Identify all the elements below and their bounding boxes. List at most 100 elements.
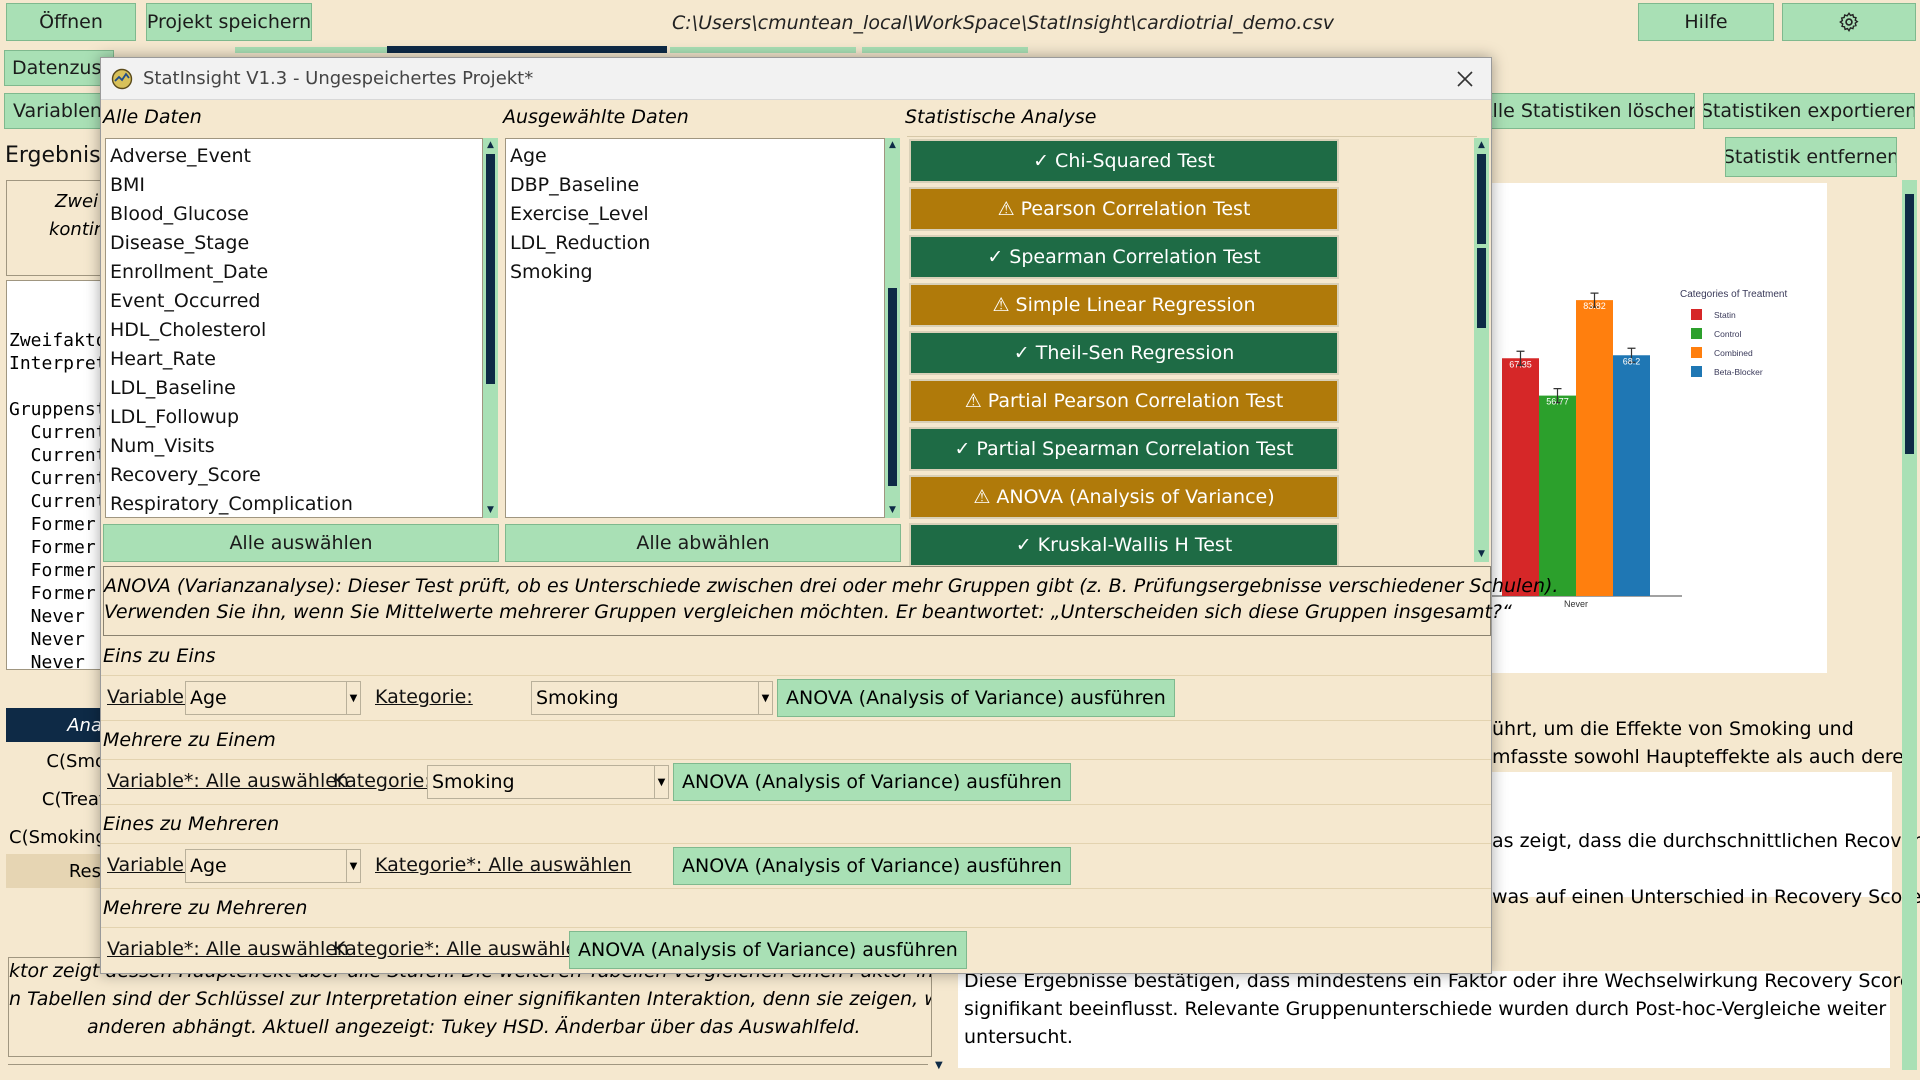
scroll-up-icon[interactable]: ▲	[485, 140, 496, 151]
test-button[interactable]: ✓ Spearman Correlation Test	[909, 235, 1339, 279]
result-summary-text: Zwei	[55, 191, 99, 212]
app-logo-icon	[111, 68, 133, 90]
scroll-up-icon[interactable]: ▲	[887, 140, 898, 151]
test-button[interactable]: ✓ Theil-Sen Regression	[909, 331, 1339, 375]
section-many-to-one: Mehrere zu Einem	[103, 729, 276, 751]
selected-data-item[interactable]: LDL_Reduction	[506, 229, 884, 258]
tab-data-summary[interactable]: Datenzusa	[4, 50, 114, 86]
selected-data-scrollbar[interactable]: ▲ ▼	[885, 138, 900, 518]
result-text-line	[9, 375, 103, 398]
scroll-down-icon[interactable]: ▼	[887, 505, 898, 516]
result-text-line: Never	[9, 629, 85, 650]
chevron-down-icon[interactable]: ▼	[758, 682, 772, 714]
test-list-scrollbar-thumb[interactable]	[1477, 154, 1486, 244]
selected-data-list[interactable]: Age DBP_Baseline Exercise_Level LDL_Reducti…	[505, 138, 885, 518]
test-button[interactable]: ⚠ Pearson Correlation Test	[909, 187, 1339, 231]
run-anova-many-to-many-button[interactable]: ANOVA (Analysis of Variance) ausführen	[569, 931, 967, 969]
anova-table-row: Resi	[6, 854, 106, 888]
interpretation-text: was auf einen Unterschied in Recovery Sc…	[1492, 886, 1920, 908]
all-data-item[interactable]: Adverse_Event	[106, 142, 482, 171]
chevron-down-icon[interactable]: ▼	[654, 766, 668, 798]
bar-value-label: 83.82	[1583, 301, 1606, 311]
selected-data-scrollbar-thumb[interactable]	[888, 288, 897, 486]
results-scrollbar-thumb[interactable]	[1905, 194, 1914, 454]
variable-select[interactable]: Age ▼	[185, 849, 361, 883]
all-data-scrollbar[interactable]: ▲ ▼	[483, 138, 498, 518]
test-button[interactable]: ⚠ ANOVA (Analysis of Variance)	[909, 475, 1339, 519]
bar-control	[1539, 395, 1576, 596]
all-data-item[interactable]: Disease_Stage	[106, 229, 482, 258]
variable-all-label: Variable*: Alle auswählen	[107, 770, 349, 792]
category-label: Kategorie:	[375, 686, 473, 708]
test-button[interactable]: ⚠ Partial Pearson Correlation Test	[909, 379, 1339, 423]
result-summary-text: kontin	[49, 219, 106, 240]
all-data-scrollbar-thumb[interactable]	[486, 154, 495, 384]
all-data-item[interactable]: LDL_Followup	[106, 403, 482, 432]
selected-data-item[interactable]: DBP_Baseline	[506, 171, 884, 200]
selected-data-item[interactable]: Smoking	[506, 258, 884, 287]
close-icon[interactable]	[1456, 70, 1474, 88]
variable-select[interactable]: Age ▼	[185, 681, 361, 715]
run-anova-one-to-many-button[interactable]: ANOVA (Analysis of Variance) ausführen	[673, 847, 1071, 885]
scroll-down-icon[interactable]: ▼	[485, 505, 496, 516]
all-data-item[interactable]: Num_Visits	[106, 432, 482, 461]
test-button[interactable]: ✓ Kruskal-Wallis H Test	[909, 523, 1339, 566]
settings-button[interactable]	[1782, 3, 1916, 41]
test-list-scrollbar[interactable]: ▲ ▼	[1474, 138, 1489, 562]
gear-icon	[1839, 12, 1859, 33]
clear-all-stats-button[interactable]: Alle Statistiken löschen	[1485, 93, 1695, 129]
chevron-down-icon[interactable]: ▼	[346, 682, 360, 714]
all-data-list[interactable]: Adverse_Event BMI Blood_Glucose Disease_Sta…	[105, 138, 483, 518]
selected-data-item[interactable]: Exercise_Level	[506, 200, 884, 229]
open-button[interactable]: Öffnen	[6, 3, 136, 41]
bar-value-label: 68.2	[1623, 356, 1641, 366]
test-button[interactable]: ⚠ Simple Linear Regression	[909, 283, 1339, 327]
result-text-line: Gruppenst	[9, 399, 106, 420]
test-button[interactable]: ✓ Partial Spearman Correlation Test	[909, 427, 1339, 471]
category-select[interactable]: Smoking ▼	[531, 681, 773, 715]
all-data-item[interactable]: BMI	[106, 171, 482, 200]
test-description-line: Verwenden Sie ihn, wenn Sie Mittelwerte …	[104, 601, 1512, 623]
interpretation-text: signifikant beeinflusst. Relevante Grupp…	[964, 998, 1887, 1020]
scroll-up-icon[interactable]: ▲	[1476, 140, 1487, 151]
scroll-down-icon[interactable]: ▼	[935, 1060, 949, 1074]
legend-label: Beta-Blocker	[1714, 367, 1763, 377]
all-data-item[interactable]: Enrollment_Date	[106, 258, 482, 287]
result-text-line: Zweifakto	[9, 330, 106, 351]
tab-active-indicator	[387, 46, 667, 53]
chevron-down-icon[interactable]: ▼	[346, 850, 360, 882]
many-to-many-row: Variable*: Alle auswählen Kategorie*: Al…	[101, 927, 1491, 973]
all-data-item[interactable]: Blood_Glucose	[106, 200, 482, 229]
results-scrollbar[interactable]	[1902, 180, 1917, 1070]
test-button[interactable]: ✓ Chi-Squared Test	[909, 139, 1339, 183]
category-all-label: Kategorie*: Alle auswählen	[333, 938, 590, 960]
deselect-all-button[interactable]: Alle abwählen	[505, 524, 901, 562]
test-list-scrollbar-thumb[interactable]	[1477, 248, 1486, 328]
all-data-item[interactable]: Event_Occurred	[106, 287, 482, 316]
scroll-down-icon[interactable]: ▼	[1476, 549, 1487, 560]
save-project-button[interactable]: Projekt speichern	[146, 3, 312, 41]
anova-table-header: Ana	[6, 708, 106, 742]
variable-button[interactable]: Variablent	[4, 93, 114, 129]
select-all-button[interactable]: Alle auswählen	[103, 524, 499, 562]
selected-data-item[interactable]: Age	[506, 142, 884, 171]
all-data-item[interactable]: HDL_Cholesterol	[106, 316, 482, 345]
result-text-line: Current	[9, 422, 106, 443]
interpretation-text: mfasste sowohl Haupteffekte als auch der…	[1492, 746, 1916, 768]
all-data-item[interactable]: Heart_Rate	[106, 345, 482, 374]
run-anova-one-to-one-button[interactable]: ANOVA (Analysis of Variance) ausführen	[777, 679, 1175, 717]
category-select[interactable]: Smoking ▼	[427, 765, 669, 799]
explanation-text: n Tabellen sind der Schlüssel zur Interp…	[9, 988, 932, 1010]
analysis-heading: Statistische Analyse	[905, 106, 1097, 128]
remove-stat-button[interactable]: Statistik entfernen	[1725, 137, 1897, 177]
result-text-line: Interpret	[9, 353, 106, 374]
all-data-item[interactable]: LDL_Baseline	[106, 374, 482, 403]
result-text-line: Former	[9, 560, 96, 581]
all-data-item[interactable]: Respiratory_Complication	[106, 490, 482, 517]
export-stats-button[interactable]: Statistiken exportieren	[1703, 93, 1915, 129]
all-data-item[interactable]: Recovery_Score	[106, 461, 482, 490]
run-anova-many-to-one-button[interactable]: ANOVA (Analysis of Variance) ausführen	[673, 763, 1071, 801]
variable-select-value: Age	[190, 855, 227, 877]
interpretation-text: ührt, um die Effekte von Smoking und	[1492, 718, 1854, 740]
help-button[interactable]: Hilfe	[1638, 3, 1774, 41]
